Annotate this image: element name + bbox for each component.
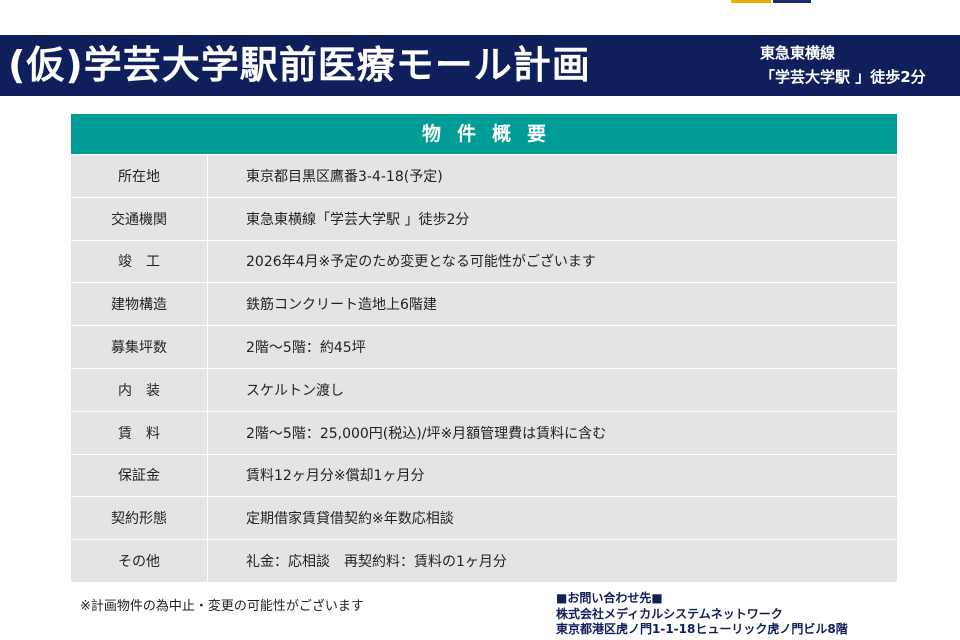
header-bar: (仮)学芸大学駅前医療モール計画 東急東横線 「学芸大学駅 」徒歩2分 xyxy=(0,35,960,96)
row-label: 保証金 xyxy=(71,454,208,497)
row-value: 定期借家賃貸借契約※年数応相談 xyxy=(246,511,454,528)
row-label: その他 xyxy=(71,540,208,582)
row-value: スケルトン渡し xyxy=(246,382,344,399)
property-overview-table: 物件概要 所在地 東京都目黒区鷹番3-4-18(予定) 交通機関 東急東横線「学… xyxy=(71,114,897,582)
header-station-access: 「学芸大学駅 」徒歩2分 xyxy=(760,68,926,86)
footnote: ※計画物件の為中止・変更の可能性がございます xyxy=(80,599,364,614)
row-label: 賃 料 xyxy=(71,411,208,454)
table-row: 賃 料 2階～5階：25,000円(税込)/坪※月額管理費は賃料に含む xyxy=(71,410,897,454)
table-row: その他 礼金：応相談 再契約料：賃料の1ヶ月分 xyxy=(71,539,897,582)
table-row: 竣 工 2026年4月※予定のため変更となる可能性がございます xyxy=(71,239,897,283)
property-overview-rows: 所在地 東京都目黒区鷹番3-4-18(予定) 交通機関 東急東横線「学芸大学駅 … xyxy=(71,154,897,582)
row-label: 交通機関 xyxy=(71,197,208,240)
row-value: 2026年4月※予定のため変更となる可能性がございます xyxy=(246,254,596,271)
row-value: 鉄筋コンクリート造地上6階建 xyxy=(246,297,437,314)
row-value: 礼金：応相談 再契約料：賃料の1ヶ月分 xyxy=(246,554,507,571)
table-row: 建物構造 鉄筋コンクリート造地上6階建 xyxy=(71,282,897,326)
row-value: 賃料12ヶ月分※償却1ヶ月分 xyxy=(246,468,425,485)
row-label: 所在地 xyxy=(71,155,208,197)
row-label: 契約形態 xyxy=(71,497,208,540)
row-value: 2階～5階：約45坪 xyxy=(246,340,366,357)
row-value: 東急東横線「学芸大学駅 」徒歩2分 xyxy=(246,211,470,228)
page-title: (仮)学芸大学駅前医療モール計画 xyxy=(8,43,591,87)
logo-mark-navy xyxy=(773,0,811,3)
contact-company: 株式会社メディカルシステムネットワーク xyxy=(556,606,783,621)
row-label: 募集坪数 xyxy=(71,326,208,368)
table-row: 保証金 賃料12ヶ月分※償却1ヶ月分 xyxy=(71,453,897,497)
property-overview-heading: 物件概要 xyxy=(71,114,897,154)
logo-mark xyxy=(731,0,811,3)
contact-heading: ■お問い合わせ先■ xyxy=(556,591,663,605)
row-value: 2階～5階：25,000円(税込)/坪※月額管理費は賃料に含む xyxy=(246,425,607,442)
table-row: 交通機関 東急東横線「学芸大学駅 」徒歩2分 xyxy=(71,196,897,240)
contact-block: ■お問い合わせ先■ 株式会社メディカルシステムネットワーク 東京都港区虎ノ門1-… xyxy=(556,591,848,638)
row-label: 竣 工 xyxy=(71,240,208,283)
table-row: 所在地 東京都目黒区鷹番3-4-18(予定) xyxy=(71,154,897,197)
row-label: 建物構造 xyxy=(71,283,208,326)
header-line: 東急東横線 xyxy=(760,44,836,62)
row-label: 内 装 xyxy=(71,368,208,411)
contact-address: 東京都港区虎ノ門1-1-18ヒューリック虎ノ門ビル8階 xyxy=(556,622,848,636)
logo-mark-yellow xyxy=(731,0,771,3)
header-access: 東急東横線 「学芸大学駅 」徒歩2分 xyxy=(760,41,926,89)
table-row: 契約形態 定期借家賃貸借契約※年数応相談 xyxy=(71,496,897,540)
row-value: 東京都目黒区鷹番3-4-18(予定) xyxy=(246,168,443,185)
table-row: 内 装 スケルトン渡し xyxy=(71,367,897,411)
table-row: 募集坪数 2階～5階：約45坪 xyxy=(71,325,897,368)
